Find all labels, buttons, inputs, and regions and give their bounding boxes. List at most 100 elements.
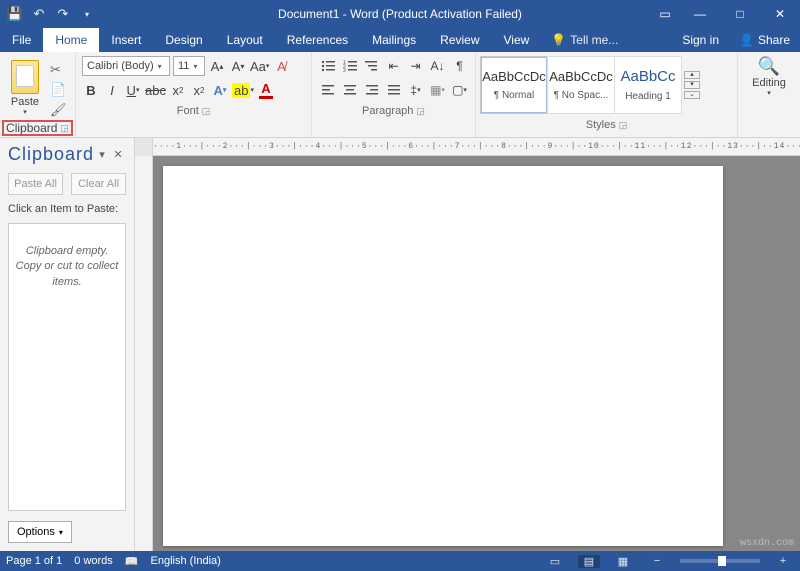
superscript-button[interactable]: x2 [190,80,208,100]
pane-options-icon[interactable]: ▾ [94,148,110,161]
grow-font-icon[interactable]: A▴ [208,56,226,76]
scroll-down-icon[interactable]: ▾ [684,81,700,89]
status-word-count[interactable]: 0 words [74,555,113,567]
change-case-icon[interactable]: Aa▾ [250,56,269,76]
tab-review[interactable]: Review [428,28,491,52]
tab-mailings[interactable]: Mailings [360,28,428,52]
increase-indent-icon[interactable]: ⇥ [406,56,425,76]
styles-launcher-icon[interactable]: ◲ [619,120,628,131]
borders-icon[interactable]: ▢▾ [450,80,469,100]
strikethrough-button[interactable]: abc [145,80,166,100]
align-center-icon[interactable] [340,80,359,100]
clipboard-launcher-icon[interactable]: ◲ [60,123,69,134]
copy-icon[interactable]: 📄 [50,82,68,96]
status-page[interactable]: Page 1 of 1 [6,555,62,567]
font-launcher-icon[interactable]: ◲ [202,106,211,117]
zoom-slider-knob[interactable] [718,556,726,566]
underline-button[interactable]: U▾ [124,80,142,100]
close-button[interactable]: ✕ [760,0,800,28]
shrink-font-icon[interactable]: A▾ [229,56,247,76]
lightbulb-icon: 💡 [551,33,566,47]
font-size-combo[interactable]: 11▾ [173,56,205,76]
maximize-button[interactable]: □ [720,0,760,28]
bold-button[interactable]: B [82,80,100,100]
chevron-down-icon: ▾ [59,528,63,537]
bullets-icon[interactable] [318,56,337,76]
print-layout-icon[interactable]: ▤ [578,555,600,568]
close-pane-icon[interactable]: ✕ [110,148,126,161]
line-spacing-icon[interactable]: ‡▾ [406,80,425,100]
qat-customize-icon[interactable]: ▾ [78,5,96,23]
zoom-in-icon[interactable]: + [772,555,794,567]
clipboard-group-label-highlighted[interactable]: Clipboard ◲ [2,120,73,136]
clipboard-empty-line1: Clipboard empty. [26,244,108,259]
text-effects-icon[interactable]: A▾ [211,80,229,100]
show-marks-icon[interactable]: ¶ [450,56,469,76]
editing-label[interactable]: Editing [752,77,786,89]
style-preview: AaBbCc [620,68,675,85]
shading-icon[interactable]: ▦▾ [428,80,447,100]
paste-button[interactable]: Paste ▾ [6,56,44,116]
tab-file[interactable]: File [0,28,43,52]
tell-me-label: Tell me... [570,33,618,47]
paragraph-launcher-icon[interactable]: ◲ [416,106,425,117]
document-page[interactable] [163,166,723,546]
zoom-slider[interactable] [680,559,760,563]
tab-insert[interactable]: Insert [99,28,153,52]
tab-references[interactable]: References [275,28,360,52]
clipboard-options-button[interactable]: Options ▾ [8,521,72,543]
chevron-down-icon: ▾ [193,62,197,71]
style-heading-1[interactable]: AaBbCc Heading 1 [614,56,682,114]
numbering-icon[interactable]: 123 [340,56,359,76]
minimize-button[interactable]: — [680,0,720,28]
tab-home[interactable]: Home [43,28,99,52]
expand-gallery-icon[interactable]: ⌄ [684,91,700,99]
style-no-spacing[interactable]: AaBbCcDc ¶ No Spac... [547,56,615,114]
svg-text:3: 3 [343,68,346,72]
sort-icon[interactable]: A↓ [428,56,447,76]
subscript-button[interactable]: x2 [169,80,187,100]
tell-me-search[interactable]: 💡 Tell me... [541,28,628,52]
justify-icon[interactable] [384,80,403,100]
read-mode-icon[interactable]: ▭ [544,555,566,568]
font-name-value: Calibri (Body) [87,60,154,72]
vertical-ruler[interactable] [135,156,153,551]
cut-icon[interactable]: ✂ [50,62,68,76]
format-painter-icon[interactable]: 🖌 [50,102,68,116]
page-background [153,156,800,551]
quick-access-toolbar: 💾 ↶ ↷ ▾ [0,5,96,23]
tab-layout[interactable]: Layout [215,28,275,52]
save-icon[interactable]: 💾 [6,5,24,23]
style-normal[interactable]: AaBbCcDc ¶ Normal [480,56,548,114]
horizontal-ruler[interactable]: ····1···|···2···|···3···|···4···|···5···… [135,138,800,156]
zoom-out-icon[interactable]: − [646,555,668,567]
highlight-color-icon[interactable]: ab▾ [232,80,254,100]
clear-all-button[interactable]: Clear All [71,173,126,195]
align-right-icon[interactable] [362,80,381,100]
tab-view[interactable]: View [492,28,542,52]
share-label: Share [758,33,790,47]
web-layout-icon[interactable]: ▦ [612,555,634,568]
paste-all-button[interactable]: Paste All [8,173,63,195]
font-color-icon[interactable]: A [257,80,275,100]
scroll-up-icon[interactable]: ▴ [684,71,700,79]
multilevel-list-icon[interactable] [362,56,381,76]
italic-button[interactable]: I [103,80,121,100]
styles-gallery-more[interactable]: ▴ ▾ ⌄ [684,56,700,114]
decrease-indent-icon[interactable]: ⇤ [384,56,403,76]
ribbon-display-options-icon[interactable]: ▭ [650,0,680,28]
editing-icon[interactable]: 🔍 [758,56,780,77]
undo-icon[interactable]: ↶ [30,5,48,23]
align-left-icon[interactable] [318,80,337,100]
share-icon: 👤 [739,33,754,47]
options-label: Options [17,526,55,538]
group-styles: AaBbCcDc ¶ Normal AaBbCcDc ¶ No Spac... … [476,52,738,137]
tab-design[interactable]: Design [153,28,214,52]
status-language[interactable]: English (India) [151,555,221,567]
share-button[interactable]: 👤 Share [729,28,800,52]
clear-formatting-icon[interactable]: A̸ [272,56,290,76]
sign-in-link[interactable]: Sign in [672,28,729,52]
spellcheck-icon[interactable]: 📖 [125,555,139,568]
font-name-combo[interactable]: Calibri (Body)▾ [82,56,170,76]
redo-icon[interactable]: ↷ [54,5,72,23]
